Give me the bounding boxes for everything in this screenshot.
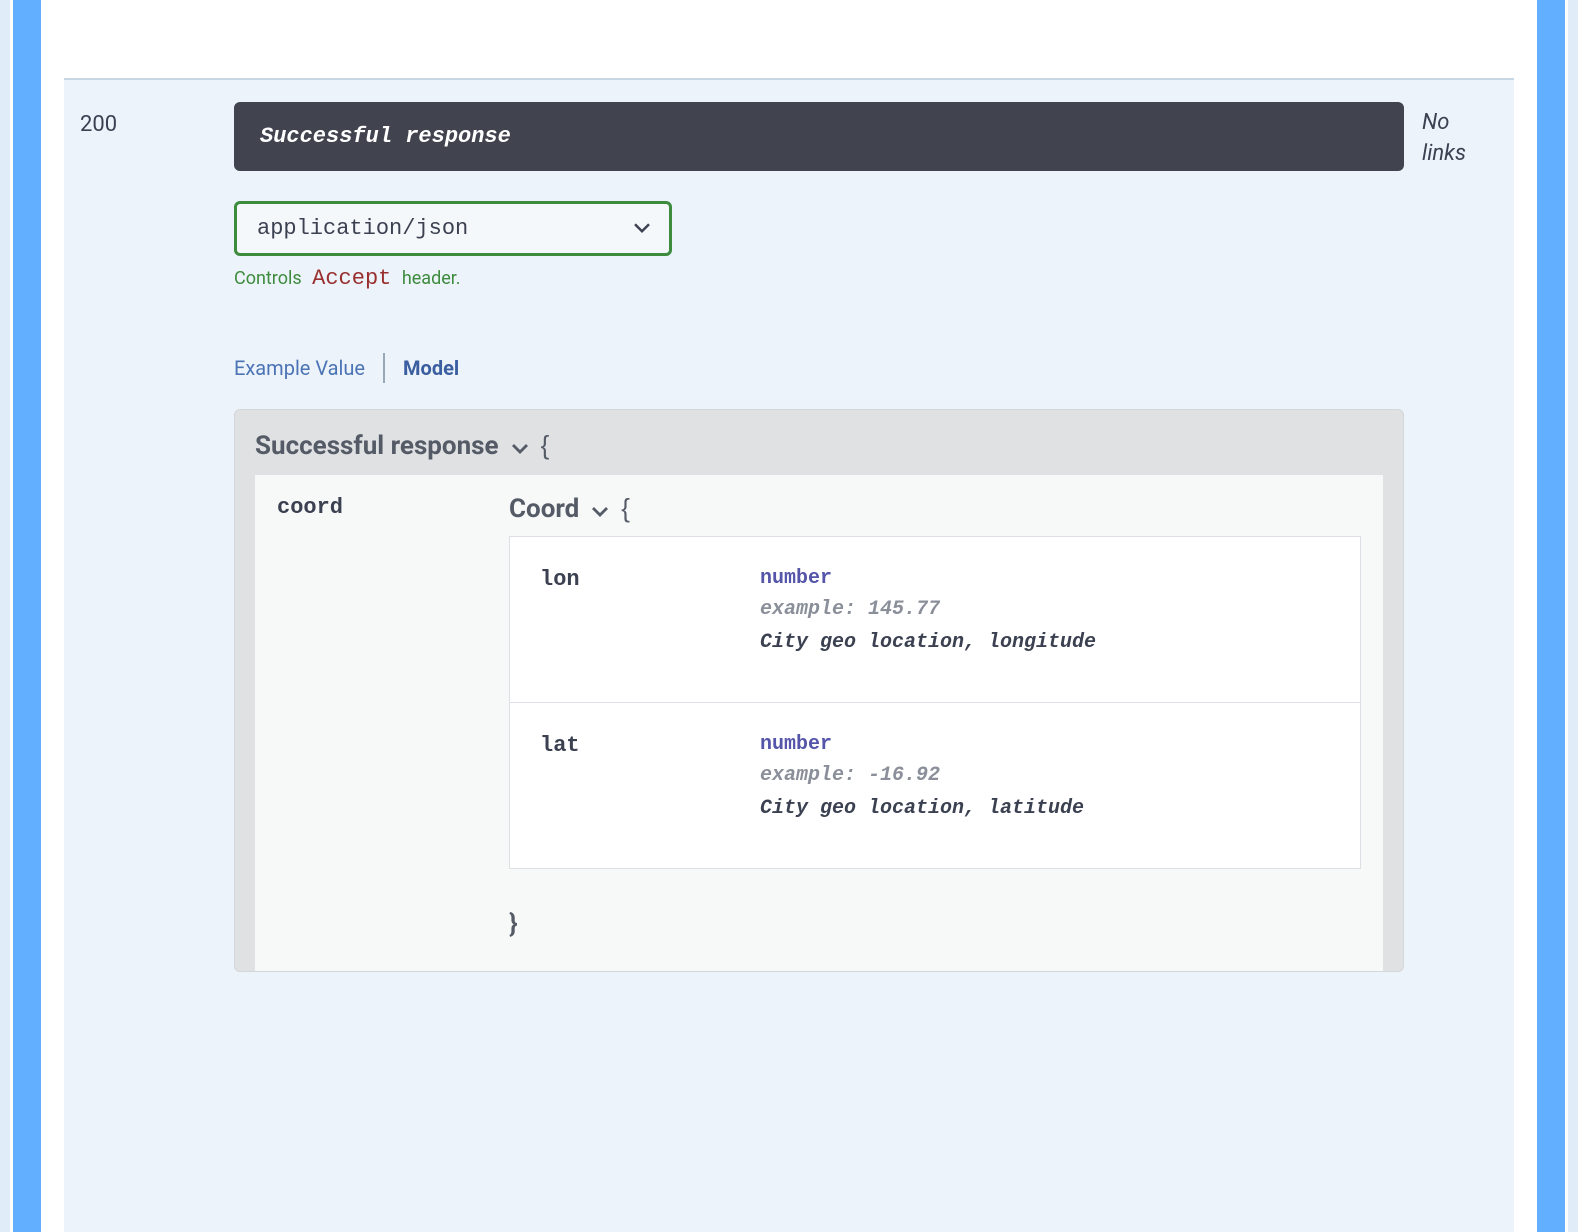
field-name-lat: lat [540, 733, 760, 820]
response-description-column: Successful response application/json Con… [234, 102, 1404, 972]
outer-left-stripe [0, 0, 10, 1232]
media-type-selected: application/json [257, 216, 468, 241]
accept-header-hint: Controls Accept header. [234, 266, 1404, 291]
field-name-lon: lon [540, 567, 760, 654]
field-description: City geo location, longitude [760, 631, 1330, 654]
field-details: number example: -16.92 City geo location… [760, 733, 1330, 820]
property-name-coord: coord [277, 493, 509, 520]
nested-schema-title-row[interactable]: Coord { [509, 493, 1361, 524]
response-links: No links [1422, 102, 1498, 170]
field-details: number example: 145.77 City geo location… [760, 567, 1330, 654]
field-description: City geo location, latitude [760, 797, 1330, 820]
hint-controls: Controls [234, 268, 302, 289]
chevron-down-icon [633, 215, 651, 240]
top-spacer [64, 6, 1514, 78]
content-area: 200 Successful response application/json… [44, 0, 1534, 1232]
inner-right-stripe [1537, 0, 1565, 1232]
nested-schema-box: lon number example: 145.77 City geo loca… [509, 536, 1361, 869]
model-title: Successful response [255, 431, 499, 461]
chevron-down-icon [511, 442, 529, 454]
hint-accept: Accept [312, 266, 391, 291]
property-body: Coord { lon [509, 493, 1361, 957]
open-brace: { [541, 430, 550, 461]
model-inner: coord Coord { [255, 475, 1383, 971]
inner-left-stripe [13, 0, 41, 1232]
response-description-bar: Successful response [234, 102, 1404, 171]
tab-model[interactable]: Model [403, 356, 459, 380]
model-box: Successful response { coord [234, 409, 1404, 972]
model-tabs: Example Value Model [234, 353, 1404, 383]
field-example: example: -16.92 [760, 764, 1330, 787]
response-row: 200 Successful response application/json… [80, 102, 1498, 972]
model-title-row[interactable]: Successful response { [255, 430, 1383, 461]
chevron-down-icon [591, 505, 609, 517]
outer-right-stripe [1568, 0, 1578, 1232]
nested-field-row: lat number example: -16.92 City geo loca… [510, 702, 1360, 868]
response-code: 200 [80, 102, 216, 137]
field-type: number [760, 567, 1330, 590]
close-brace: } [509, 869, 1361, 957]
responses-panel: 200 Successful response application/json… [64, 78, 1514, 1232]
field-example: example: 145.77 [760, 598, 1330, 621]
field-type: number [760, 733, 1330, 756]
media-type-select[interactable]: application/json [234, 201, 672, 256]
nested-field-row: lon number example: 145.77 City geo loca… [510, 537, 1360, 702]
tab-example-value[interactable]: Example Value [234, 356, 365, 380]
model-property-row: coord Coord { [255, 493, 1383, 957]
hint-header: header. [402, 268, 461, 289]
open-brace: { [621, 493, 630, 524]
nested-schema-title: Coord [509, 494, 579, 524]
tab-divider [383, 353, 385, 383]
